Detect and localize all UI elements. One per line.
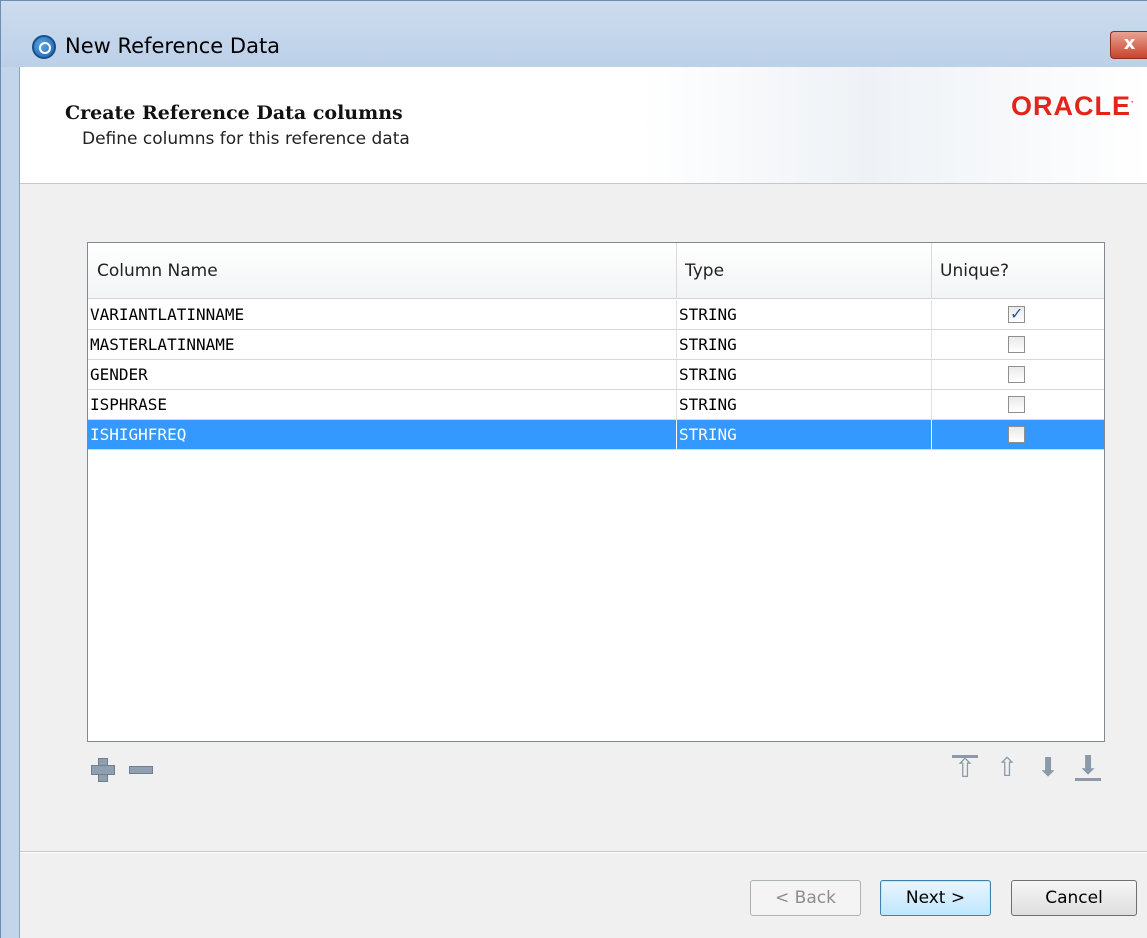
unique-checkbox[interactable]: [1008, 336, 1025, 353]
cell-column-name[interactable]: GENDER: [88, 360, 676, 390]
column-header-name[interactable]: Column Name: [88, 243, 676, 299]
dialog-window: New Reference Data x Create Reference Da…: [0, 0, 1147, 938]
cell-type[interactable]: STRING: [677, 420, 931, 450]
page-subtitle: Define columns for this reference data: [82, 129, 410, 149]
column-header-unique[interactable]: Unique?: [931, 243, 1104, 299]
move-down-icon[interactable]: ⬇: [1035, 755, 1061, 781]
table-row[interactable]: VARIANTLATINNAME STRING: [88, 300, 1104, 330]
cell-type[interactable]: STRING: [677, 330, 931, 360]
title-bar[interactable]: New Reference Data x: [1, 1, 1147, 67]
footer-divider: [20, 851, 1147, 853]
next-button[interactable]: Next >: [880, 880, 991, 916]
minus-icon[interactable]: [127, 756, 153, 782]
table-row[interactable]: ISPHRASE STRING: [88, 390, 1104, 420]
table-row[interactable]: MASTERLATINNAME STRING: [88, 330, 1104, 360]
back-button[interactable]: < Back: [750, 880, 861, 916]
columns-table: Column Name Type Unique? VARIANTLATINNAM…: [87, 242, 1105, 742]
unique-checkbox[interactable]: [1008, 426, 1025, 443]
cell-column-name[interactable]: ISPHRASE: [88, 390, 676, 420]
cell-type[interactable]: STRING: [677, 300, 931, 330]
plus-icon[interactable]: [89, 756, 115, 782]
table-header: Column Name Type Unique?: [88, 243, 1104, 299]
cell-type[interactable]: STRING: [677, 390, 931, 420]
wizard-header: Create Reference Data columns Define col…: [20, 67, 1147, 184]
cancel-button[interactable]: Cancel: [1011, 880, 1137, 916]
window-title: New Reference Data: [65, 34, 281, 58]
cell-column-name[interactable]: MASTERLATINNAME: [88, 330, 676, 360]
unique-checkbox[interactable]: [1008, 396, 1025, 413]
move-bottom-icon[interactable]: ⬇: [1075, 753, 1101, 781]
table-row[interactable]: GENDER STRING: [88, 360, 1104, 390]
app-icon: [32, 35, 56, 59]
close-icon: x: [1123, 33, 1136, 54]
table-row[interactable]: ISHIGHFREQ STRING: [88, 420, 1104, 450]
oracle-logo: ORACLE·: [1011, 91, 1135, 121]
column-header-type[interactable]: Type: [676, 243, 931, 299]
cell-column-name[interactable]: VARIANTLATINNAME: [88, 300, 676, 330]
cell-column-name[interactable]: ISHIGHFREQ: [88, 420, 676, 450]
cell-type[interactable]: STRING: [677, 360, 931, 390]
close-button[interactable]: x: [1110, 31, 1147, 59]
page-title: Create Reference Data columns: [65, 102, 403, 124]
dialog-body: Create Reference Data columns Define col…: [19, 67, 1147, 938]
unique-checkbox[interactable]: [1008, 366, 1025, 383]
move-top-icon[interactable]: ⇧: [952, 755, 978, 782]
unique-checkbox[interactable]: [1008, 304, 1025, 323]
move-up-icon[interactable]: ⇧: [994, 755, 1020, 781]
